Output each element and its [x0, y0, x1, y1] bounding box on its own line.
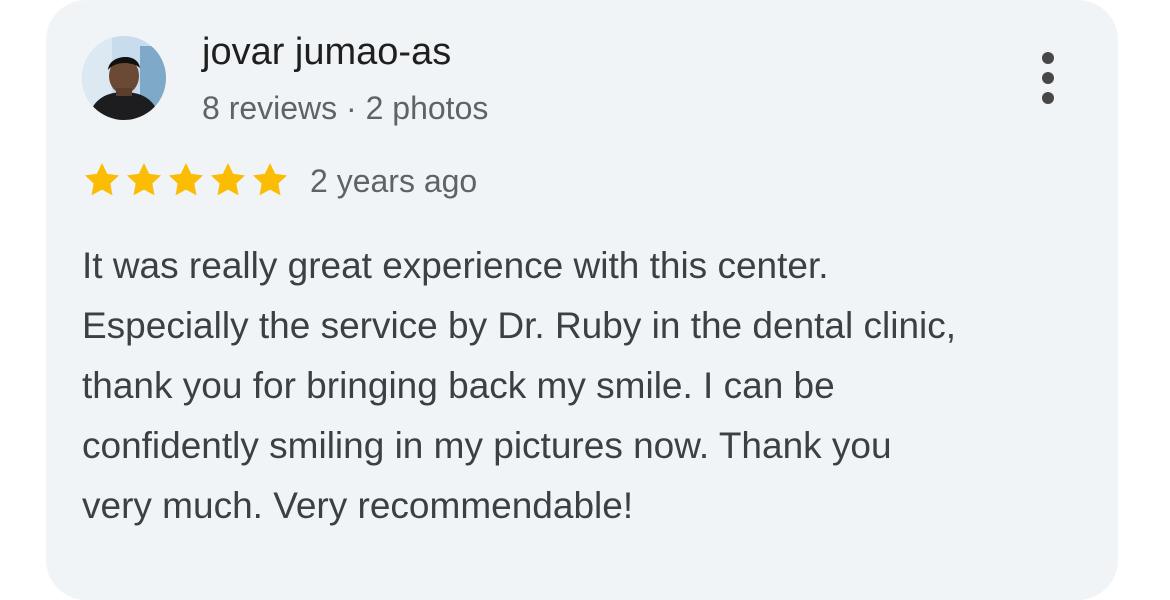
author-avatar[interactable]	[82, 36, 166, 120]
menu-dot	[1042, 72, 1054, 84]
star-icon	[250, 160, 290, 200]
menu-dot	[1042, 92, 1054, 104]
menu-dot	[1042, 52, 1054, 64]
star-icon	[166, 160, 206, 200]
more-vert-icon[interactable]	[1026, 50, 1070, 106]
review-time: 2 years ago	[310, 163, 478, 199]
star-icon	[124, 160, 164, 200]
author-name[interactable]: jovar jumao-as	[202, 28, 451, 76]
star-rating	[82, 160, 292, 200]
review-text-line: very much. Very recommendable!	[82, 485, 634, 526]
review-text-line: confidently smiling in my pictures now. …	[82, 425, 892, 466]
review-text: It was really great experience with this…	[82, 236, 1092, 536]
review-text-line: Especially the service by Dr. Ruby in th…	[82, 305, 957, 346]
author-stats: 8 reviews · 2 photos	[202, 90, 489, 126]
review-text-line: It was really great experience with this…	[82, 245, 829, 286]
review-text-line: thank you for bringing back my smile. I …	[82, 365, 835, 406]
star-icon	[208, 160, 248, 200]
star-icon	[82, 160, 122, 200]
